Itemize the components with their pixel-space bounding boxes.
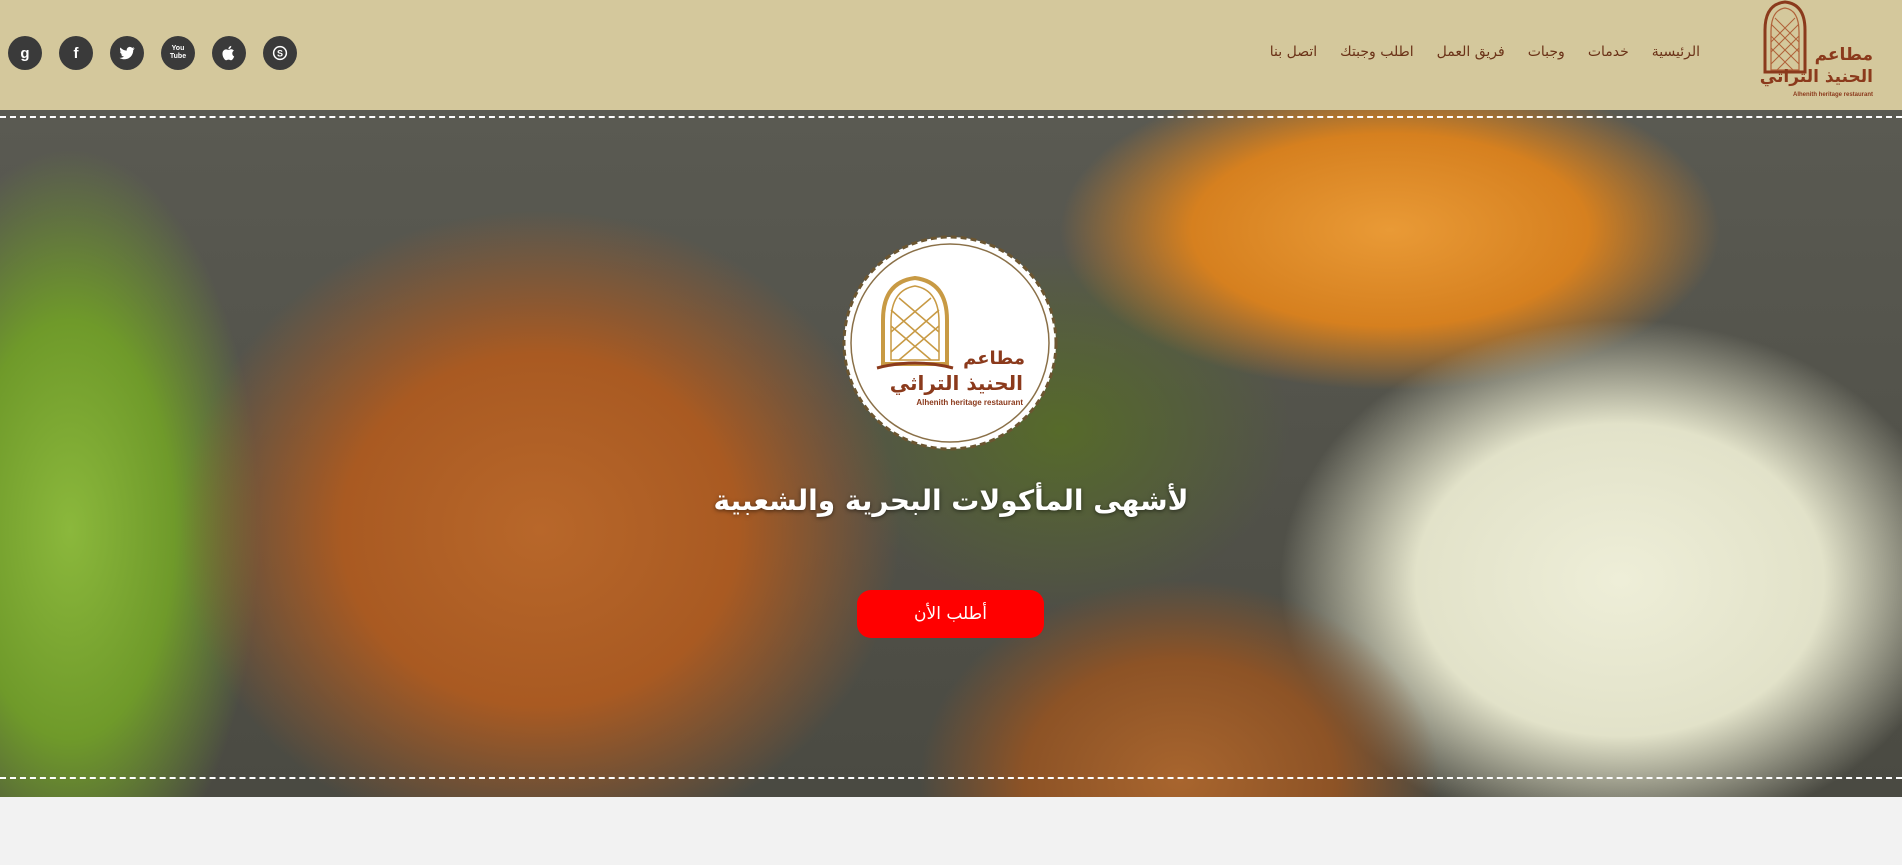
skype-icon[interactable]: S xyxy=(263,36,297,70)
nav-item-team[interactable]: فريق العمل xyxy=(1437,44,1505,60)
skype-glyph: S xyxy=(277,48,283,58)
main-nav: الرئيسية خدمات وجبات فريق العمل اطلب وجب… xyxy=(1270,44,1700,60)
emblem-line2: الحنيذ التراثي xyxy=(890,371,1023,396)
hero-tagline: لأشهى المأكولات البحرية والشعبية xyxy=(713,484,1189,517)
twitter-bird-shape xyxy=(119,46,135,60)
logo-line1: مطاعم xyxy=(1815,45,1873,65)
skype-shape: S xyxy=(272,45,288,61)
hero-dashed-border-bottom xyxy=(0,777,1902,779)
apple-icon[interactable] xyxy=(212,36,246,70)
logo-lattice-arch xyxy=(1763,0,1807,74)
emblem-line1: مطاعم xyxy=(963,348,1025,369)
youtube-icon[interactable]: You Tube xyxy=(161,36,195,70)
nav-item-services[interactable]: خدمات xyxy=(1588,44,1629,60)
nav-item-contact[interactable]: اتصل بنا xyxy=(1270,44,1317,60)
hero-banner: مطاعم الحنيذ التراثي Alhenith heritage r… xyxy=(0,110,1902,797)
logo-english: Alhenith heritage restaurant xyxy=(1793,92,1873,98)
site-header: g f You Tube S الرئيسية خدمات وجبات فريق… xyxy=(0,0,1902,110)
nav-item-meals[interactable]: وجبات xyxy=(1528,44,1565,60)
google-plus-icon[interactable]: g xyxy=(8,36,42,70)
emblem-english: Alhenith heritage restaurant xyxy=(916,398,1023,407)
site-logo[interactable]: مطاعم الحنيذ التراثي Alhenith heritage r… xyxy=(1745,0,1877,102)
apple-shape xyxy=(222,45,235,61)
nav-item-home[interactable]: الرئيسية xyxy=(1652,44,1700,60)
hero-dashed-border-top xyxy=(0,116,1902,118)
hero-emblem: مطاعم الحنيذ التراثي Alhenith heritage r… xyxy=(842,235,1058,451)
social-links: g f You Tube S xyxy=(8,36,297,70)
twitter-icon[interactable] xyxy=(110,36,144,70)
nav-item-order[interactable]: اطلب وجبتك xyxy=(1340,44,1414,60)
facebook-icon[interactable]: f xyxy=(59,36,93,70)
order-now-button[interactable]: أطلب الأن xyxy=(857,590,1044,638)
logo-line2: الحنيذ التراثي xyxy=(1760,67,1873,87)
